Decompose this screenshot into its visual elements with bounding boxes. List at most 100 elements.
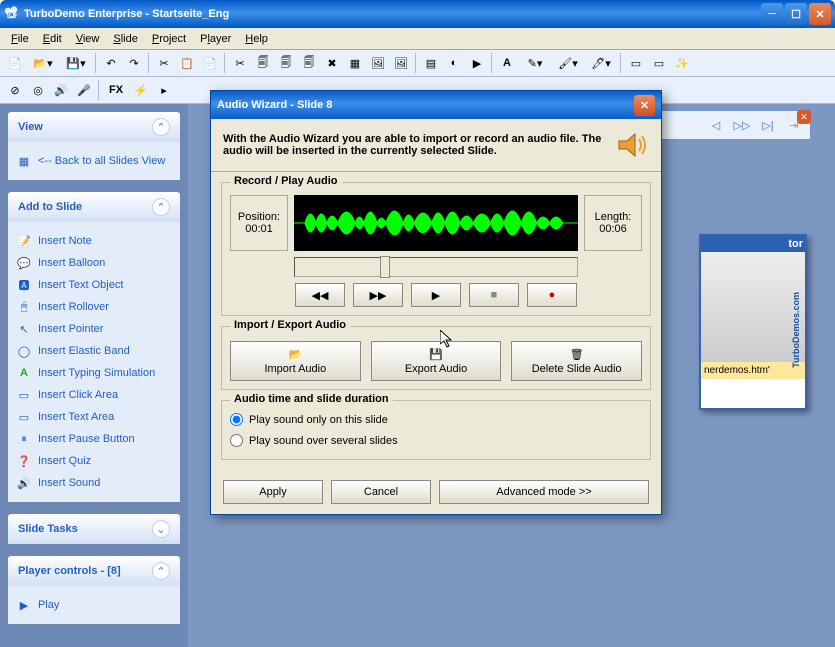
panel-tasks: Slide Tasks ⌄	[7, 513, 181, 545]
insert-note-link[interactable]: 📝Insert Note	[16, 230, 172, 252]
tb-cut2-icon[interactable]: ✂	[229, 52, 251, 74]
tb-open-icon[interactable]: 📂▾	[27, 52, 59, 74]
back-link-label: <-- Back to all Slides View	[38, 155, 165, 167]
player-play-icon[interactable]: ▷▷	[731, 114, 753, 136]
tb-new-icon[interactable]: 📄	[4, 52, 26, 74]
menu-file[interactable]: File	[4, 30, 36, 48]
export-audio-button[interactable]: 💾 Export Audio	[371, 341, 502, 381]
menubar: File Edit View Slide Project Player Help	[0, 28, 835, 50]
tb-del-icon[interactable]: ✖	[321, 52, 343, 74]
play-button[interactable]: ▶	[411, 283, 461, 307]
tb-dup-icon[interactable]: 🗐	[252, 52, 274, 74]
tb-pen-icon[interactable]: ✎▾	[519, 52, 551, 74]
insert-rollover-link[interactable]: 🖱Insert Rollover	[16, 296, 172, 318]
record-button[interactable]: ●	[527, 283, 577, 307]
maximize-button[interactable]: ☐	[785, 3, 807, 25]
slide-thumbnail[interactable]: tor TurboDemos.com nerdemos.htm'	[699, 234, 807, 410]
menu-view[interactable]: View	[69, 30, 107, 48]
tb-image-icon[interactable]: 🖼	[367, 52, 389, 74]
player-next-icon[interactable]: ▷|	[757, 114, 779, 136]
close-button[interactable]: ✕	[809, 3, 831, 25]
menu-help[interactable]: Help	[238, 30, 275, 48]
save-icon: 💾	[429, 348, 443, 361]
insert-text-object-link[interactable]: 🅰Insert Text Object	[16, 274, 172, 296]
panel-view-header[interactable]: View ⌃	[8, 112, 180, 142]
delete-audio-button[interactable]: 🗑 Delete Slide Audio	[511, 341, 642, 381]
tb-save-icon[interactable]: 💾▾	[60, 52, 92, 74]
import-audio-button[interactable]: 📂 Import Audio	[230, 341, 361, 381]
radio-this-slide-input[interactable]	[230, 413, 243, 426]
tb-wizard-icon[interactable]: ✨	[671, 52, 693, 74]
tb-marker-icon[interactable]: 🖊▾	[585, 52, 617, 74]
tb-paste2-icon[interactable]: 🗐	[275, 52, 297, 74]
menu-project[interactable]: Project	[145, 30, 193, 48]
insert-text-area-link[interactable]: ▭Insert Text Area	[16, 406, 172, 428]
menu-slide[interactable]: Slide	[106, 30, 144, 48]
tb-rec-off-icon[interactable]: ⊘	[4, 79, 26, 101]
tb-sparkle-icon[interactable]: ⚡	[130, 79, 152, 101]
position-label: Position:	[238, 211, 280, 223]
chevron-up-icon: ⌃	[152, 118, 170, 136]
tb-dup2-icon[interactable]: 🗐	[298, 52, 320, 74]
insert-pointer-link[interactable]: ↖Insert Pointer	[16, 318, 172, 340]
insert-typing-link[interactable]: AInsert Typing Simulation	[16, 362, 172, 384]
tb-tool3-icon[interactable]: ▶	[466, 52, 488, 74]
dialog-close-button[interactable]: ✕	[634, 95, 655, 116]
radio-several-input[interactable]	[230, 434, 243, 447]
insert-sound-link[interactable]: 🔊Insert Sound	[16, 472, 172, 494]
insert-pause-link[interactable]: ⏸Insert Pause Button	[16, 428, 172, 450]
tb-tool2-icon[interactable]: ◐	[443, 52, 465, 74]
window-title: TurboDemo Enterprise - Startseite_Eng	[24, 8, 761, 20]
panel-player-header[interactable]: Player controls - [8] ⌃	[8, 556, 180, 586]
play-link[interactable]: ▶Play	[16, 594, 172, 616]
slider-thumb[interactable]	[380, 256, 390, 278]
float-close-icon[interactable]: ✕	[797, 110, 811, 124]
tb-text-icon[interactable]: A	[496, 52, 518, 74]
import-legend: Import / Export Audio	[230, 319, 350, 331]
tb-copy-icon[interactable]: 📋	[176, 52, 198, 74]
radio-several-slides[interactable]: Play sound over several slides	[230, 430, 642, 451]
menu-edit[interactable]: Edit	[36, 30, 69, 48]
cancel-button[interactable]: Cancel	[331, 480, 431, 504]
tb-cut-icon[interactable]: ✂	[153, 52, 175, 74]
tb-target-icon[interactable]: ◎	[27, 79, 49, 101]
forward-button[interactable]: ▶▶	[353, 283, 403, 307]
waveform-display	[294, 195, 578, 251]
radio-this-slide[interactable]: Play sound only on this slide	[230, 409, 642, 430]
insert-elastic-link[interactable]: ◯Insert Elastic Band	[16, 340, 172, 362]
insert-click-area-link[interactable]: ▭Insert Click Area	[16, 384, 172, 406]
length-box: Length: 00:06	[584, 195, 642, 251]
tb-tool1-icon[interactable]: ▤	[420, 52, 442, 74]
tb-redo-icon[interactable]: ↷	[123, 52, 145, 74]
thumb-brand: tor	[701, 236, 805, 252]
tb-undo-icon[interactable]: ↶	[100, 52, 122, 74]
player-prev-icon[interactable]: ◁	[705, 114, 727, 136]
sound-icon: 🔊	[16, 475, 32, 491]
tb-grid-icon[interactable]: ▦	[344, 52, 366, 74]
tb-brush-icon[interactable]: 🖌▾	[552, 52, 584, 74]
insert-balloon-link[interactable]: 💬Insert Balloon	[16, 252, 172, 274]
tb-more-icon[interactable]: ▸	[153, 79, 175, 101]
minimize-button[interactable]: ─	[761, 3, 783, 25]
tb-speaker-icon[interactable]: 🔊	[50, 79, 72, 101]
advanced-mode-button[interactable]: Advanced mode >>	[439, 480, 649, 504]
panel-add-header[interactable]: Add to Slide ⌃	[8, 192, 180, 222]
insert-quiz-link[interactable]: ❓Insert Quiz	[16, 450, 172, 472]
speaker-icon	[613, 127, 649, 163]
dialog-titlebar[interactable]: Audio Wizard - Slide 8 ✕	[211, 91, 661, 119]
stop-button[interactable]: ■	[469, 283, 519, 307]
back-to-slides-link[interactable]: ▦ <-- Back to all Slides View	[16, 150, 172, 172]
panel-tasks-title: Slide Tasks	[18, 523, 78, 535]
audio-position-slider[interactable]	[294, 257, 578, 277]
tb-fx-icon[interactable]: FX	[103, 79, 129, 101]
rewind-button[interactable]: ◀◀	[295, 283, 345, 307]
tb-paste-icon[interactable]: 📄	[199, 52, 221, 74]
menu-player[interactable]: Player	[193, 30, 238, 48]
tb-mic-icon[interactable]: 🎤	[73, 79, 95, 101]
apply-button[interactable]: Apply	[223, 480, 323, 504]
slides-icon: ▦	[16, 153, 32, 169]
tb-slide-icon[interactable]: ▭	[648, 52, 670, 74]
tb-picture-icon[interactable]: 🖼	[390, 52, 412, 74]
tb-shape-icon[interactable]: ▭	[625, 52, 647, 74]
panel-tasks-header[interactable]: Slide Tasks ⌄	[8, 514, 180, 544]
